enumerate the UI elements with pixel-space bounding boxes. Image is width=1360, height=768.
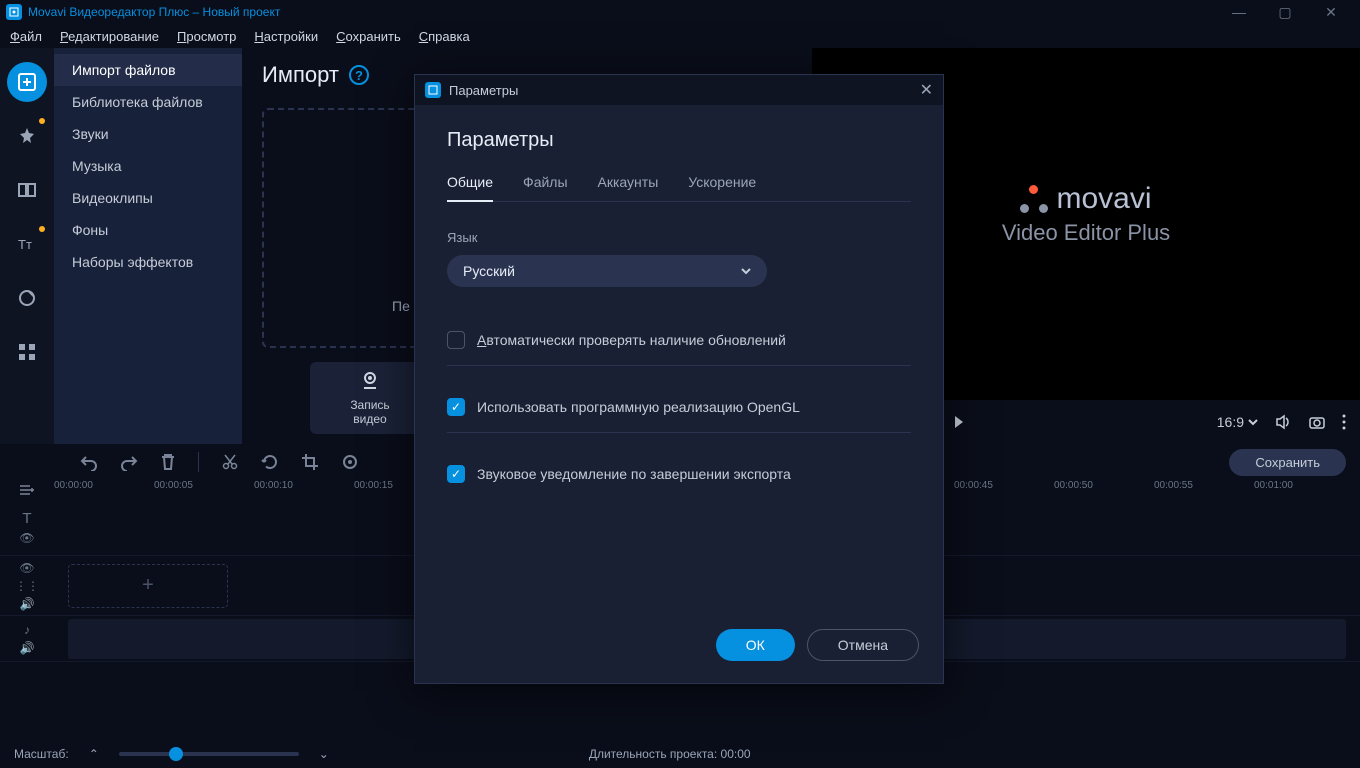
dialog-title: Параметры bbox=[449, 83, 518, 98]
dialog-heading: Параметры bbox=[447, 129, 911, 152]
help-icon[interactable]: ? bbox=[349, 65, 369, 85]
tool-transitions[interactable] bbox=[7, 170, 47, 210]
delete-icon[interactable] bbox=[160, 453, 176, 471]
sidebar-item-videoclips[interactable]: Видеоклипы bbox=[54, 182, 242, 214]
zoom-in-icon[interactable]: ⌄ bbox=[319, 747, 329, 761]
app-icon bbox=[6, 4, 22, 20]
project-duration: Длительность проекта: 00:00 bbox=[589, 747, 751, 761]
more-icon[interactable] bbox=[1342, 414, 1346, 430]
titlebar: Movavi Видеоредактор Плюс – Новый проект… bbox=[0, 0, 1360, 24]
tool-titles[interactable]: Tт bbox=[7, 224, 47, 264]
sidebar-item-music[interactable]: Музыка bbox=[54, 150, 242, 182]
rotate-icon[interactable] bbox=[261, 453, 279, 471]
sidebar-item-library[interactable]: Библиотека файлов bbox=[54, 86, 242, 118]
menu-settings[interactable]: Настройки bbox=[254, 29, 318, 44]
minimize-button[interactable]: ― bbox=[1216, 0, 1262, 24]
settings-dialog: Параметры ✕ Параметры Общие Файлы Аккаун… bbox=[414, 74, 944, 684]
mute-icon[interactable]: 🔊 bbox=[20, 597, 35, 611]
language-select[interactable]: Русский bbox=[447, 255, 767, 287]
menu-view[interactable]: Просмотр bbox=[177, 29, 236, 44]
link-icon[interactable]: ⋮⋮ bbox=[15, 579, 39, 593]
tab-accounts[interactable]: Аккаунты bbox=[598, 174, 659, 201]
movavi-logo-icon bbox=[1020, 185, 1048, 213]
menu-save[interactable]: Сохранить bbox=[336, 29, 401, 44]
menu-file[interactable]: Файл bbox=[10, 29, 42, 44]
zoom-slider[interactable] bbox=[119, 752, 299, 756]
undo-icon[interactable] bbox=[80, 453, 98, 471]
checkbox-export-sound-label: Звуковое уведомление по завершении экспо… bbox=[477, 466, 791, 482]
aspect-ratio-selector[interactable]: 16:9 bbox=[1217, 414, 1258, 430]
crop-icon[interactable] bbox=[301, 453, 319, 471]
checkbox-opengl-label: Использовать программную реализацию Open… bbox=[477, 399, 800, 415]
cancel-button[interactable]: Отмена bbox=[807, 629, 919, 661]
redo-icon[interactable] bbox=[120, 453, 138, 471]
titlebar-text: Movavi Видеоредактор Плюс – Новый проект bbox=[28, 5, 280, 19]
notification-dot-icon bbox=[39, 226, 45, 232]
record-video-button[interactable]: Запись видео bbox=[310, 362, 430, 434]
tool-import[interactable] bbox=[7, 62, 47, 102]
cut-icon[interactable] bbox=[221, 453, 239, 471]
content-title: Импорт bbox=[262, 62, 339, 88]
scale-label: Масштаб: bbox=[14, 747, 69, 761]
sidebar-item-backgrounds[interactable]: Фоны bbox=[54, 214, 242, 246]
brand-name: movavi bbox=[1056, 182, 1151, 216]
record-video-label: Запись видео bbox=[350, 398, 389, 426]
close-button[interactable]: ✕ bbox=[1308, 0, 1354, 24]
chevron-down-icon bbox=[741, 266, 751, 276]
snapshot-icon[interactable] bbox=[1308, 413, 1326, 431]
music-icon: ♪ bbox=[24, 623, 30, 637]
tab-files[interactable]: Файлы bbox=[523, 174, 567, 201]
tool-stickers[interactable] bbox=[7, 278, 47, 318]
menubar: Файл Редактирование Просмотр Настройки С… bbox=[0, 24, 1360, 48]
menu-help[interactable]: Справка bbox=[419, 29, 470, 44]
truncated-label: Пе bbox=[392, 298, 410, 314]
menu-edit[interactable]: Редактирование bbox=[60, 29, 159, 44]
tool-filters[interactable] bbox=[7, 116, 47, 156]
sidebar-item-import-files[interactable]: Импорт файлов bbox=[54, 54, 242, 86]
skip-end-icon[interactable] bbox=[952, 414, 968, 430]
checkbox-auto-updates-label: Автоматически проверять наличие обновлен… bbox=[477, 332, 786, 348]
sidebar-item-effects[interactable]: Наборы эффектов bbox=[54, 246, 242, 278]
maximize-button[interactable]: ▢ bbox=[1262, 0, 1308, 24]
tab-general[interactable]: Общие bbox=[447, 174, 493, 202]
checkbox-auto-updates[interactable] bbox=[447, 331, 465, 349]
tab-acceleration[interactable]: Ускорение bbox=[688, 174, 756, 201]
add-clip-placeholder[interactable]: + bbox=[68, 564, 228, 608]
dialog-tabs: Общие Файлы Аккаунты Ускорение bbox=[447, 174, 911, 202]
checkbox-opengl[interactable]: ✓ bbox=[447, 398, 465, 416]
zoom-out-icon[interactable]: ⌃ bbox=[89, 747, 99, 761]
sidebar: Импорт файлов Библиотека файлов Звуки Му… bbox=[54, 48, 242, 444]
brand-subtitle: Video Editor Plus bbox=[1002, 220, 1170, 246]
ok-button[interactable]: ОК bbox=[716, 629, 795, 661]
app-icon bbox=[425, 82, 441, 98]
save-button[interactable]: Сохранить bbox=[1229, 449, 1346, 476]
webcam-icon bbox=[359, 370, 381, 392]
notification-dot-icon bbox=[39, 118, 45, 124]
language-label: Язык bbox=[447, 230, 911, 245]
tool-strip: Tт bbox=[0, 48, 54, 444]
eye-icon[interactable]: 👁 bbox=[19, 531, 34, 545]
dialog-close-button[interactable]: ✕ bbox=[920, 80, 933, 100]
status-bar: Масштаб: ⌃ ⌄ Длительность проекта: 00:00 bbox=[0, 740, 1360, 768]
checkbox-export-sound[interactable]: ✓ bbox=[447, 465, 465, 483]
dialog-titlebar: Параметры ✕ bbox=[415, 75, 943, 105]
track-head-video: 👁 ⋮⋮ 🔊 bbox=[0, 556, 54, 615]
mute-icon[interactable]: 🔊 bbox=[20, 641, 35, 655]
tool-more[interactable] bbox=[7, 332, 47, 372]
sidebar-item-sounds[interactable]: Звуки bbox=[54, 118, 242, 150]
volume-icon[interactable] bbox=[1274, 413, 1292, 431]
color-icon[interactable] bbox=[341, 453, 359, 471]
track-head-text: T 👁 bbox=[0, 500, 54, 555]
eye-icon[interactable]: 👁 bbox=[19, 561, 34, 575]
track-head-audio: ♪ 🔊 bbox=[0, 616, 54, 661]
add-track-icon[interactable] bbox=[0, 480, 54, 500]
svg-text:Tт: Tт bbox=[18, 237, 32, 252]
